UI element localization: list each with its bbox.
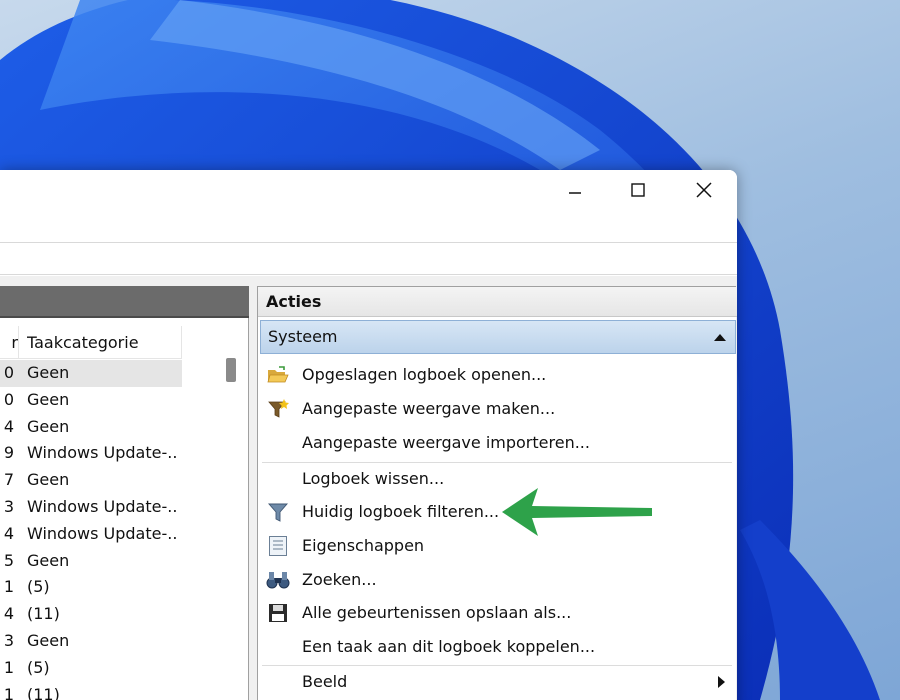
submenu-arrow-icon <box>718 676 725 688</box>
table-row[interactable]: 4 Windows Update-... <box>0 521 182 548</box>
action-save-all-events[interactable]: Alle gebeurtenissen opslaan als... <box>260 597 736 629</box>
collapse-caret-icon[interactable] <box>714 334 726 341</box>
table-row[interactable]: 3 Geen <box>0 628 182 655</box>
section-header-system[interactable]: Systeem <box>260 320 736 354</box>
column-divider[interactable] <box>181 326 182 359</box>
action-label: Beeld <box>302 672 348 691</box>
events-pane: r Taakcategorie 0 Geen 0 Geen 4 Geen 9 Windows … <box>0 286 249 700</box>
action-open-saved-log[interactable]: Opgeslagen logboek openen... <box>260 359 736 391</box>
table-row[interactable]: 4 Geen <box>0 414 182 441</box>
action-label: Een taak aan dit logboek koppelen... <box>302 637 596 656</box>
cell-task-category: (5) <box>27 657 50 677</box>
cell-task-category: Windows Update-... <box>27 443 177 463</box>
cell-task-category: (11) <box>27 684 60 700</box>
cell-id: 4 <box>3 523 14 543</box>
table-rows: 0 Geen 0 Geen 4 Geen 9 Windows Update-... 7 Geen 3… <box>0 360 222 700</box>
action-label: Zoeken... <box>302 570 377 589</box>
section-title: Systeem <box>268 327 338 346</box>
cell-task-category: (5) <box>27 577 50 597</box>
action-import-custom-view[interactable]: Aangepaste weergave importeren... <box>260 427 736 459</box>
table-row[interactable]: 0 Geen <box>0 387 182 414</box>
actions-title: Acties <box>266 292 322 311</box>
binoculars-icon <box>266 568 290 592</box>
cell-id: 0 <box>3 363 14 382</box>
close-icon <box>696 182 712 198</box>
cell-id: 4 <box>3 604 14 624</box>
cell-id: 3 <box>3 496 14 516</box>
column-header-task-category[interactable]: Taakcategorie <box>27 326 182 359</box>
properties-icon <box>266 534 290 558</box>
scrollbar-thumb[interactable] <box>226 358 236 382</box>
column-divider[interactable] <box>18 326 19 359</box>
action-label: Alle gebeurtenissen opslaan als... <box>302 603 572 622</box>
cell-id: 1 <box>3 577 14 597</box>
cell-task-category: Geen <box>27 630 70 650</box>
table-row[interactable]: 0 Geen <box>0 360 182 387</box>
events-table: r Taakcategorie 0 Geen 0 Geen 4 Geen 9 Windows … <box>0 326 222 700</box>
minimize-button[interactable] <box>542 170 608 210</box>
green-arrow-icon <box>502 488 652 536</box>
table-row[interactable]: 5 Geen <box>0 548 182 575</box>
folder-open-icon <box>266 363 290 387</box>
action-attach-task[interactable]: Een taak aan dit logboek koppelen... <box>260 631 736 663</box>
table-row[interactable]: 1 (11) <box>0 682 182 700</box>
cell-task-category: Geen <box>27 389 70 409</box>
actions-pane: Acties Systeem Opgeslagen logboek openen… <box>257 286 737 700</box>
table-row[interactable]: 1 (5) <box>0 574 182 601</box>
action-label: Opgeslagen logboek openen... <box>302 365 547 384</box>
toolbar <box>0 242 737 275</box>
cell-task-category: (11) <box>27 604 60 624</box>
title-bar <box>0 170 737 210</box>
action-label: Eigenschappen <box>302 536 425 555</box>
action-label: Huidig logboek filteren... <box>302 502 500 521</box>
filter-star-icon <box>266 397 290 421</box>
cell-id: 1 <box>3 657 14 677</box>
cell-task-category: Windows Update-... <box>27 523 177 543</box>
action-create-custom-view[interactable]: Aangepaste weergave maken... <box>260 393 736 425</box>
vertical-scrollbar[interactable] <box>222 326 240 700</box>
cell-task-category: Geen <box>27 550 70 570</box>
save-icon <box>266 601 290 625</box>
events-pane-header <box>0 286 249 318</box>
close-button[interactable] <box>671 170 737 210</box>
event-viewer-window: r Taakcategorie 0 Geen 0 Geen 4 Geen 9 Windows … <box>0 170 737 700</box>
action-label: Aangepaste weergave maken... <box>302 399 556 418</box>
cell-task-category: Windows Update-... <box>27 496 177 516</box>
maximize-icon <box>631 183 645 197</box>
cell-id: 0 <box>3 389 14 409</box>
cell-task-category: Geen <box>27 416 70 436</box>
table-row[interactable]: 3 Windows Update-... <box>0 494 182 521</box>
minimize-icon <box>569 192 581 194</box>
action-label: Aangepaste weergave importeren... <box>302 433 590 452</box>
cell-id: 5 <box>3 550 14 570</box>
cell-task-category: Geen <box>27 470 70 490</box>
cell-id: 7 <box>3 470 14 490</box>
action-label: Logboek wissen... <box>302 469 445 488</box>
cell-id: 9 <box>3 443 14 463</box>
column-header-id[interactable]: r <box>0 326 18 359</box>
cell-id: 1 <box>3 684 14 700</box>
actions-header: Acties <box>258 287 737 317</box>
table-header: r Taakcategorie <box>0 326 182 359</box>
table-row[interactable]: 1 (5) <box>0 655 182 682</box>
action-search[interactable]: Zoeken... <box>260 564 736 596</box>
table-row[interactable]: 4 (11) <box>0 601 182 628</box>
cell-id: 3 <box>3 630 14 650</box>
cell-task-category: Geen <box>27 363 70 382</box>
action-view-menu[interactable]: Beeld <box>260 666 736 698</box>
filter-icon <box>266 500 290 524</box>
table-row[interactable]: 9 Windows Update-... <box>0 440 182 467</box>
table-row[interactable]: 7 Geen <box>0 467 182 494</box>
maximize-button[interactable] <box>605 170 671 210</box>
cell-id: 4 <box>3 416 14 436</box>
